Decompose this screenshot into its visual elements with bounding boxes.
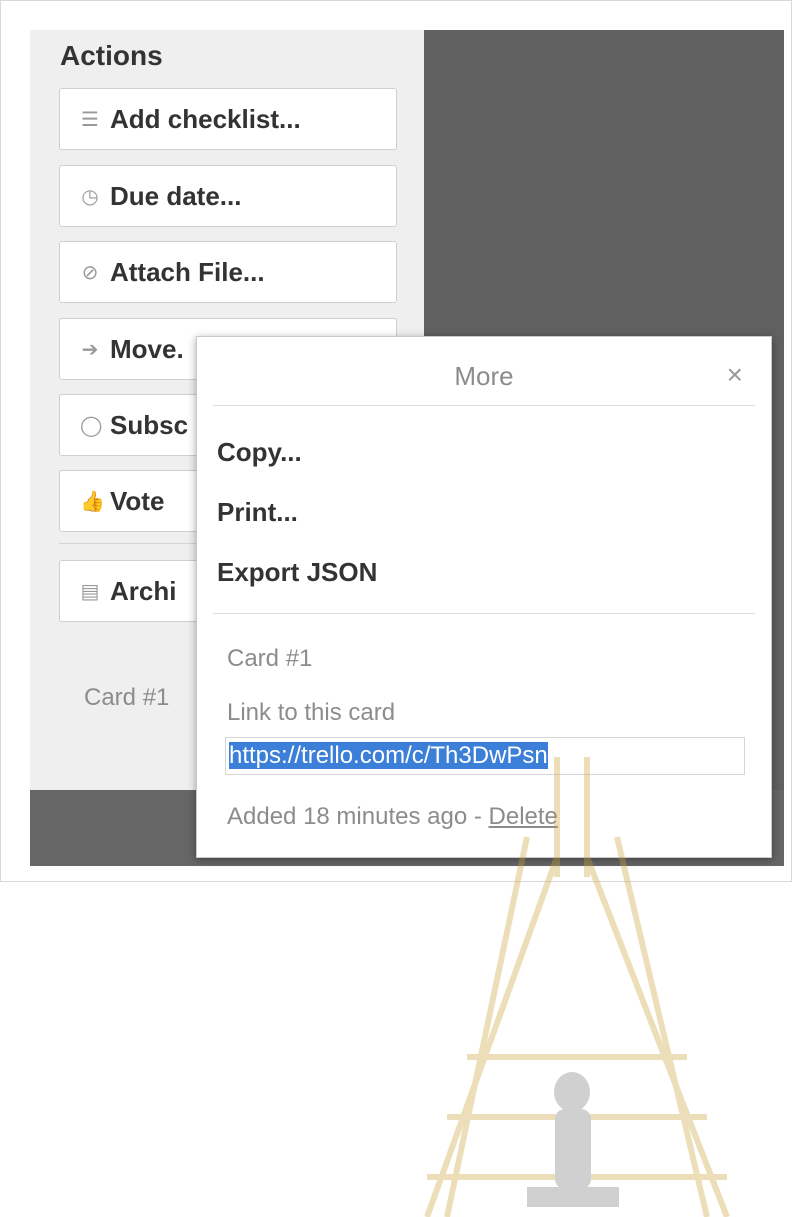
actions-heading: Actions — [60, 40, 163, 71]
arrow-right-icon: ➔ — [81, 338, 99, 361]
archive-icon: ▤ — [80, 580, 100, 603]
add-checklist-button[interactable]: ☰ Add checklist... — [59, 88, 397, 150]
move-label: Move. — [110, 333, 184, 364]
copy-menu-item[interactable]: Copy... — [217, 437, 302, 468]
subscribe-label: Subsc — [110, 409, 189, 440]
attach-file-label: Attach File... — [110, 256, 265, 287]
paperclip-icon: ⊘ — [81, 261, 99, 284]
vote-label: Vote — [110, 485, 165, 516]
close-icon[interactable]: × — [727, 359, 743, 391]
popover-divider — [213, 405, 755, 406]
eye-icon: ◯ — [80, 414, 103, 437]
link-to-card-label: Link to this card — [227, 699, 396, 726]
attach-file-button[interactable]: ⊘ Attach File... — [59, 241, 397, 303]
clock-icon: ◷ — [81, 185, 99, 208]
more-popover: More × Copy... Print... Export JSON Card… — [196, 336, 772, 1217]
print-menu-item[interactable]: Print... — [217, 497, 298, 528]
archive-label: Archi — [110, 575, 177, 606]
add-checklist-label: Add checklist... — [110, 103, 301, 134]
watermark-emblem — [424, 757, 730, 1217]
popover-card-name: Card #1 — [227, 645, 313, 672]
popover-title: More — [454, 361, 514, 391]
due-date-label: Due date... — [110, 180, 242, 211]
popover-divider-lower — [213, 613, 755, 614]
export-json-menu-item[interactable]: Export JSON — [217, 557, 377, 588]
card-number-label: Card #1 — [84, 684, 170, 711]
checklist-icon: ☰ — [81, 108, 99, 131]
thumbs-up-icon: 👍 — [80, 490, 105, 513]
due-date-button[interactable]: ◷ Due date... — [59, 165, 397, 227]
